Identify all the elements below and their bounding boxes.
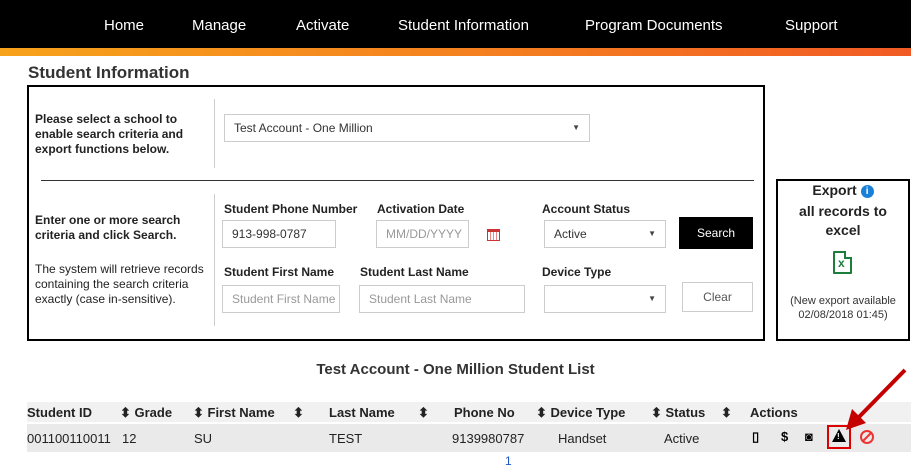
callout-arrow	[846, 368, 907, 430]
arrow-shaft	[856, 368, 907, 420]
